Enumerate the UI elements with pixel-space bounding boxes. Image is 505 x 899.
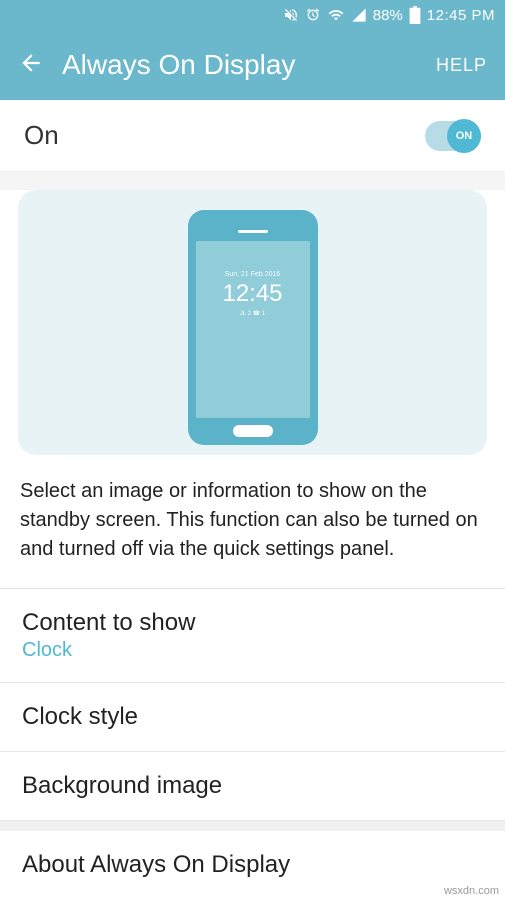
alarm-icon [305, 7, 321, 23]
signal-icon [351, 7, 367, 23]
item-title: Content to show [22, 609, 483, 637]
watermark: wsxdn.com [444, 885, 499, 897]
section-gap [0, 821, 505, 831]
description-text: Select an image or information to show o… [0, 473, 505, 589]
battery-percent: 88% [373, 7, 403, 24]
page-title: Always On Display [62, 49, 436, 81]
preview-date: Sun, 21 Feb 2016 [225, 271, 281, 278]
item-title: Background image [22, 772, 483, 800]
content-area: Sun, 21 Feb 2016 12:45 JL 2 ☎ 1 Select a… [0, 190, 505, 899]
phone-preview-card: Sun, 21 Feb 2016 12:45 JL 2 ☎ 1 [18, 190, 487, 455]
master-toggle-row[interactable]: On ON [0, 100, 505, 172]
item-content-to-show[interactable]: Content to show Clock [0, 589, 505, 683]
help-button[interactable]: HELP [436, 55, 487, 76]
wifi-icon [327, 7, 345, 23]
app-header: Always On Display HELP [0, 30, 505, 100]
toggle-switch[interactable]: ON [425, 121, 481, 151]
mute-icon [283, 7, 299, 23]
status-time: 12:45 PM [427, 7, 495, 24]
toggle-label: On [24, 120, 59, 151]
battery-icon [409, 6, 421, 24]
phone-mockup: Sun, 21 Feb 2016 12:45 JL 2 ☎ 1 [188, 210, 318, 445]
item-about[interactable]: About Always On Display [0, 831, 505, 899]
preview-sub: JL 2 ☎ 1 [240, 310, 265, 317]
toggle-knob: ON [447, 119, 481, 153]
preview-time: 12:45 [222, 280, 282, 308]
item-title: Clock style [22, 703, 483, 731]
phone-home-icon [233, 425, 273, 437]
status-bar: 88% 12:45 PM [0, 0, 505, 30]
back-icon[interactable] [18, 50, 44, 81]
item-value: Clock [22, 639, 483, 662]
item-clock-style[interactable]: Clock style [0, 683, 505, 752]
phone-screen: Sun, 21 Feb 2016 12:45 JL 2 ☎ 1 [196, 241, 310, 418]
item-title: About Always On Display [22, 851, 483, 879]
item-background-image[interactable]: Background image [0, 752, 505, 821]
phone-speaker-icon [238, 230, 268, 233]
